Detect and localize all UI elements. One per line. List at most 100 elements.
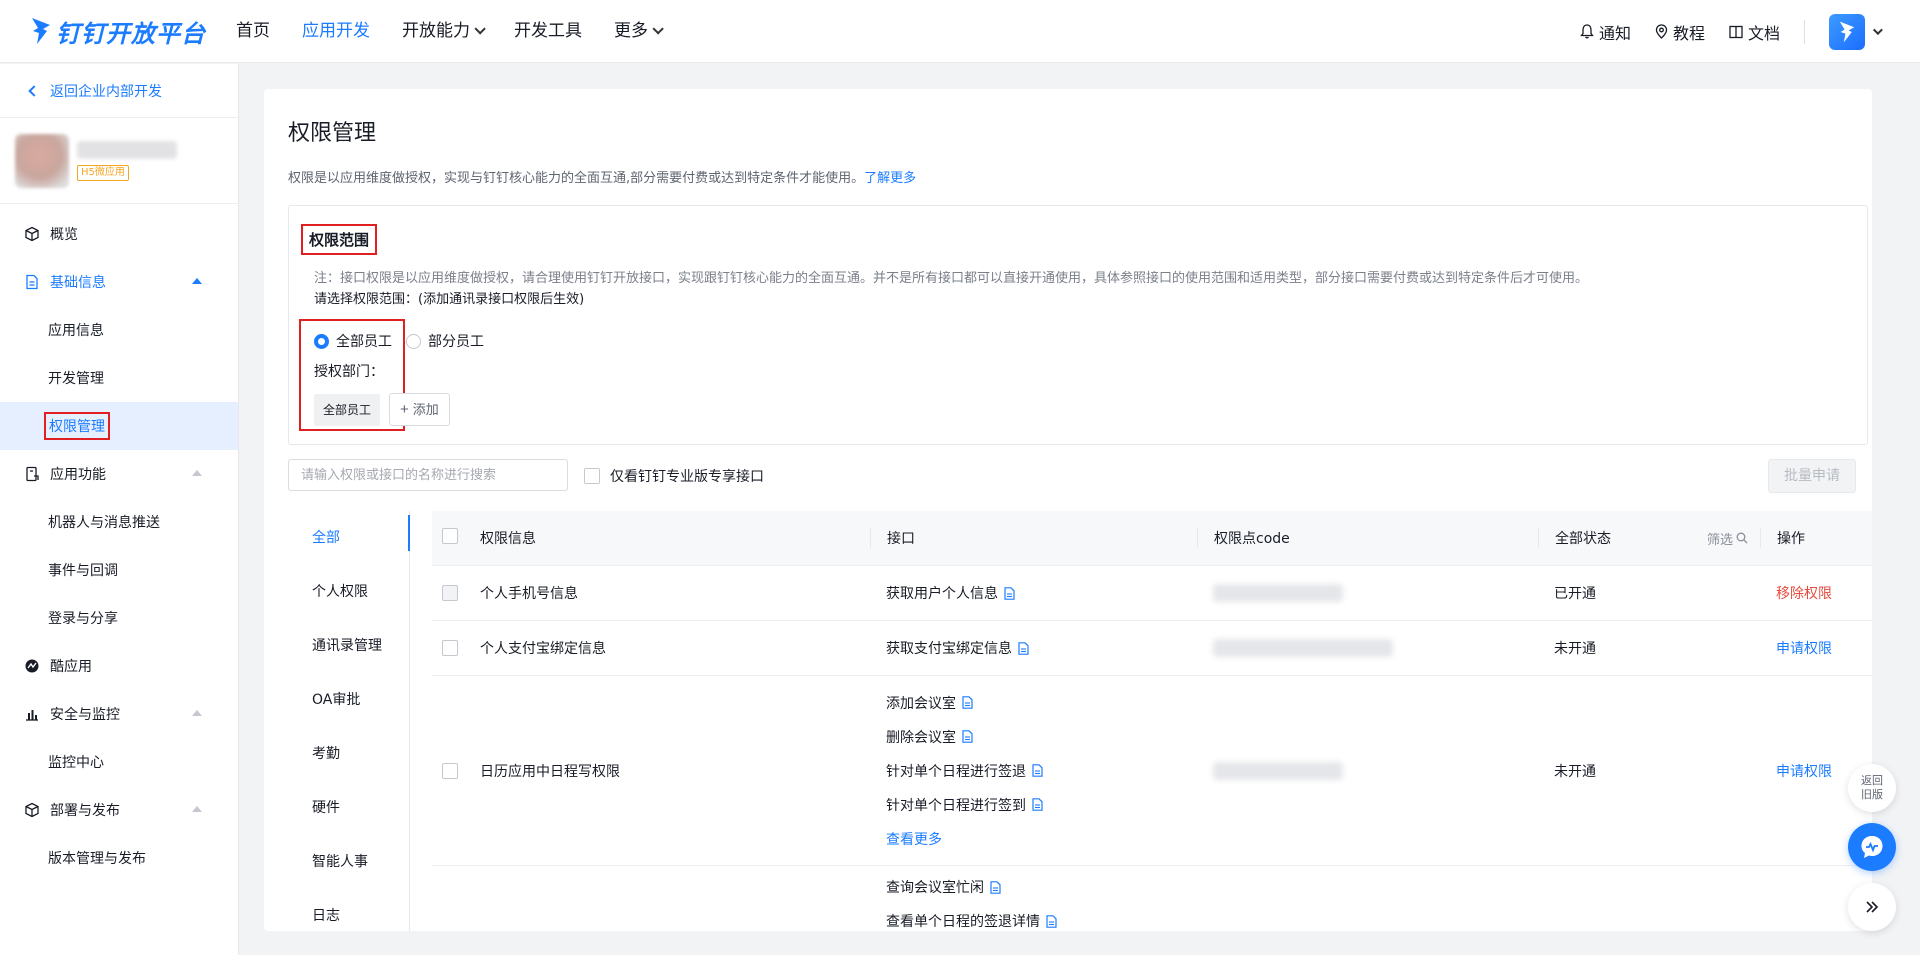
only-pro-checkbox[interactable]: 仅看钉钉专业版专享接口 bbox=[584, 466, 764, 486]
row-checkbox[interactable] bbox=[442, 640, 458, 656]
nav-item-4[interactable]: 更多 bbox=[614, 0, 664, 63]
doc-icon[interactable] bbox=[962, 730, 973, 743]
chevron-left-icon bbox=[28, 84, 40, 97]
category-item[interactable]: 通讯录管理 bbox=[288, 619, 409, 673]
category-item[interactable]: 日志 bbox=[288, 889, 409, 931]
radio-selected-icon bbox=[314, 333, 329, 349]
radio-partial-staff[interactable]: 部分员工 bbox=[406, 331, 484, 351]
select-all-checkbox[interactable] bbox=[442, 528, 458, 544]
category-item[interactable]: 全部 bbox=[288, 511, 410, 565]
table-row: 查询会议室忙闲 查看单个日程的签退详情 bbox=[432, 866, 1872, 931]
permission-scope-panel: 权限范围 注：接口权限是以应用维度做授权，请合理使用钉钉开放接口，实现跟钉钉核心… bbox=[288, 205, 1868, 445]
user-avatar-menu[interactable] bbox=[1829, 13, 1883, 50]
sidebar-item-4-0[interactable]: 监控中心 bbox=[0, 738, 238, 786]
api-name: 针对单个日程进行签退 bbox=[886, 763, 1026, 780]
sidebar-item-5-0[interactable]: 版本管理与发布 bbox=[0, 834, 238, 882]
back-to-old-version-button[interactable]: 返回旧版 bbox=[1848, 764, 1896, 812]
caret-up-icon bbox=[192, 806, 202, 812]
status-text: 未开通 bbox=[1554, 641, 1596, 657]
dingtalk-bird-icon bbox=[30, 16, 52, 46]
book-icon bbox=[1729, 25, 1743, 38]
scope-title: 权限范围 bbox=[300, 224, 378, 255]
api-list: 添加会议室 删除会议室 针对单个日程进行签退 针对单个日程进行签到 查看更多 bbox=[886, 686, 1043, 856]
sidebar-item-1-0[interactable]: 应用信息 bbox=[0, 306, 238, 354]
tutorial-link[interactable]: 教程 bbox=[1655, 20, 1705, 44]
radio-partial-staff-label: 部分员工 bbox=[428, 334, 484, 350]
sidebar-item-label: 机器人与消息推送 bbox=[48, 515, 160, 531]
doc-icon[interactable] bbox=[1046, 914, 1057, 928]
doc-icon[interactable] bbox=[1018, 641, 1029, 655]
sidebar-item-label: 开发管理 bbox=[48, 371, 104, 387]
learn-more-link[interactable]: 了解更多 bbox=[864, 171, 916, 186]
doc-icon[interactable] bbox=[962, 696, 973, 709]
nav-item-3[interactable]: 开发工具 bbox=[514, 0, 582, 63]
sidebar-menu: 概览基础信息 应用信息开发管理权限管理 应用功能机器人与消息推送事件与回调 登录与分享… bbox=[0, 204, 238, 882]
batch-apply-button[interactable]: 批量申请 bbox=[1768, 459, 1856, 493]
op-cell: 申请权限 bbox=[1760, 638, 1872, 658]
scope-radio-group: 全部员工 部分员工 bbox=[314, 331, 498, 351]
sidebar-group-4[interactable]: 安全与监控 bbox=[0, 690, 238, 738]
nav-item-2[interactable]: 开放能力 bbox=[402, 0, 486, 63]
permission-search-input[interactable] bbox=[288, 459, 568, 491]
table-header: 权限信息 接口 权限点code 全部状态 筛选 操作 bbox=[432, 511, 1872, 566]
status-filter[interactable]: 筛选 bbox=[1707, 529, 1748, 548]
double-chevron-right-icon bbox=[1866, 901, 1879, 913]
sidebar-item-1-2[interactable]: 权限管理 bbox=[0, 402, 238, 450]
nav-divider bbox=[1804, 19, 1805, 44]
sidebar: 返回企业内部开发 H5微应用 概览 基础信息 应用信息 开发管理 权限管理 应用功能 机器人… bbox=[0, 64, 239, 955]
dept-tag: 全部员工 bbox=[314, 394, 381, 426]
sidebar-item-2-2[interactable]: 登录与分享 bbox=[0, 594, 238, 642]
dingtalk-bird-icon bbox=[1839, 21, 1855, 42]
category-item[interactable]: 硬件 bbox=[288, 781, 409, 835]
category-item[interactable]: OA审批 bbox=[288, 673, 409, 727]
sidebar-item-label: 监控中心 bbox=[48, 755, 104, 771]
sidebar-item-1-1[interactable]: 开发管理 bbox=[0, 354, 238, 402]
api-item: 删除会议室 bbox=[886, 720, 1043, 754]
category-item[interactable]: 考勤 bbox=[288, 727, 409, 781]
docs-link[interactable]: 文档 bbox=[1729, 20, 1780, 44]
category-item[interactable]: 个人权限 bbox=[288, 565, 409, 619]
back-to-internal-dev-link[interactable]: 返回企业内部开发 bbox=[0, 64, 238, 118]
apply-permission-link[interactable]: 申请权限 bbox=[1776, 638, 1832, 658]
back-old-label: 返回旧版 bbox=[1861, 774, 1883, 801]
dingtalk-logo[interactable]: 钉钉开放平台 bbox=[30, 0, 206, 63]
permission-name: 个人手机号信息 bbox=[480, 586, 578, 602]
bell-icon bbox=[1580, 24, 1594, 39]
sidebar-group-3[interactable]: 酷应用 bbox=[0, 642, 238, 690]
row-checkbox[interactable] bbox=[442, 762, 458, 779]
doc-icon[interactable] bbox=[1032, 798, 1043, 811]
doc-icon[interactable] bbox=[990, 880, 1001, 894]
api-item: 查看单个日程的签退详情 bbox=[886, 904, 1057, 931]
category-item[interactable]: 智能人事 bbox=[288, 835, 409, 889]
sidebar-group-2[interactable]: 应用功能 bbox=[0, 450, 238, 498]
doc-icon[interactable] bbox=[1004, 586, 1015, 600]
sidebar-item-2-0[interactable]: 机器人与消息推送 bbox=[0, 498, 238, 546]
cube-icon bbox=[24, 802, 40, 818]
header-op: 操作 bbox=[1760, 528, 1872, 548]
caret-up-icon bbox=[192, 710, 202, 716]
apply-permission-link[interactable]: 申请权限 bbox=[1776, 761, 1832, 781]
expand-button[interactable] bbox=[1848, 883, 1896, 931]
radio-all-staff[interactable]: 全部员工 bbox=[314, 331, 392, 351]
remove-permission-link[interactable]: 移除权限 bbox=[1776, 583, 1832, 603]
view-more-link[interactable]: 查看更多 bbox=[886, 829, 942, 849]
api-cell: 添加会议室 删除会议室 针对单个日程进行签退 针对单个日程进行签到 查看更多 bbox=[870, 686, 1197, 856]
tutorial-label: 教程 bbox=[1672, 23, 1705, 43]
nav-item-1[interactable]: 应用开发 bbox=[302, 0, 370, 63]
chevron-down-icon bbox=[652, 23, 664, 35]
cube-icon bbox=[24, 226, 40, 242]
sidebar-group-1[interactable]: 基础信息 bbox=[0, 258, 238, 306]
sidebar-group-0[interactable]: 概览 bbox=[0, 210, 238, 258]
sidebar-item-2-1[interactable]: 事件与回调 bbox=[0, 546, 238, 594]
code-redacted bbox=[1213, 761, 1343, 780]
sidebar-group-5[interactable]: 部署与发布 bbox=[0, 786, 238, 834]
notify-link[interactable]: 通知 bbox=[1580, 20, 1631, 44]
table-row: 个人支付宝绑定信息 获取支付宝绑定信息 未开通 申请权限 bbox=[432, 621, 1872, 676]
plus-icon: + bbox=[400, 401, 409, 418]
sidebar-group-label: 概览 bbox=[50, 227, 78, 243]
doc-icon[interactable] bbox=[1032, 764, 1043, 777]
add-dept-button[interactable]: + 添加 bbox=[389, 393, 450, 426]
nav-item-0[interactable]: 首页 bbox=[236, 0, 270, 63]
assistant-bot-button[interactable] bbox=[1848, 823, 1896, 871]
checkbox-icon bbox=[584, 468, 600, 484]
